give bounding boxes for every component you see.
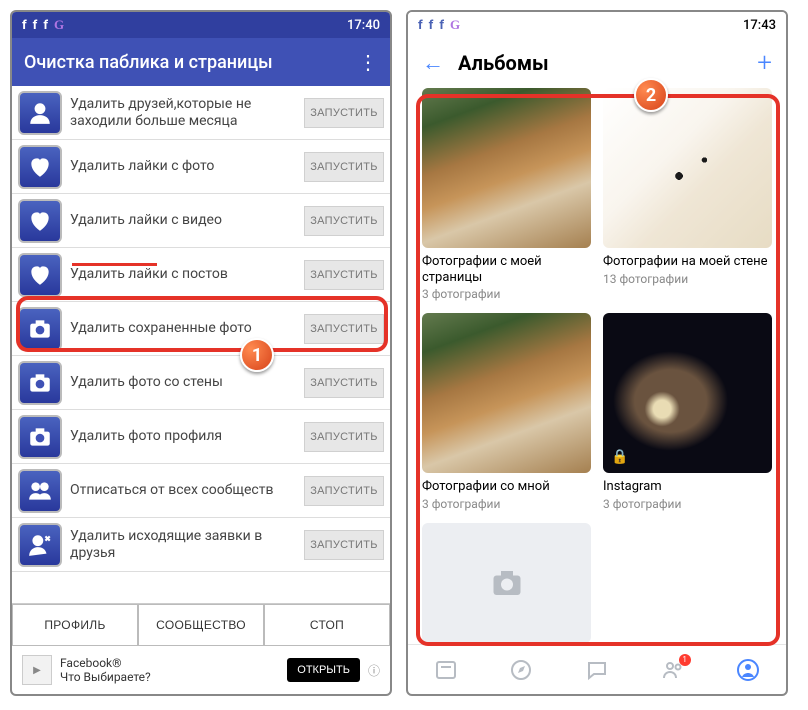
page-title: Альбомы xyxy=(458,51,549,75)
google-icon: G xyxy=(54,17,64,33)
person-x-icon xyxy=(18,523,62,567)
tab-stop[interactable]: СТОП xyxy=(264,604,390,646)
task-label: Удалить сохраненные фото xyxy=(70,320,304,337)
left-screen: f f f G 17:40 Очистка паблика и страницы… xyxy=(10,10,392,696)
album-count: 3 фотографии xyxy=(603,497,772,511)
nav-friends-icon[interactable]: 1 xyxy=(661,658,685,682)
task-label: Удалить фото со стены xyxy=(70,374,304,391)
lock-icon: 🔒 xyxy=(611,449,628,465)
status-time: 17:43 xyxy=(743,18,776,33)
run-button[interactable]: ЗАПУСТИТЬ xyxy=(304,98,384,128)
annotation-badge-2: 2 xyxy=(634,78,668,112)
tab-profile[interactable]: ПРОФИЛЬ xyxy=(12,604,138,646)
ad-banner[interactable]: ▶ Facebook® Что Выбираете? ОТКРЫТЬ ⓘ xyxy=(12,646,390,694)
bottom-nav: 1 xyxy=(408,644,786,694)
albums-header: ← Альбомы + xyxy=(408,38,786,88)
tab-community[interactable]: СООБЩЕСТВО xyxy=(138,604,264,646)
run-button[interactable]: ЗАПУСТИТЬ xyxy=(304,368,384,398)
task-row: Удалить фото со стеныЗАПУСТИТЬ xyxy=(12,356,390,410)
heart-icon xyxy=(18,253,62,297)
run-button[interactable]: ЗАПУСТИТЬ xyxy=(304,314,384,344)
task-row: Удалить исходящие заявки в друзьяЗАПУСТИ… xyxy=(12,518,390,572)
status-bar: f f f G 17:40 xyxy=(12,12,390,38)
task-row: Отписаться от всех сообществЗАПУСТИТЬ xyxy=(12,464,390,518)
upload-album[interactable] xyxy=(422,523,591,643)
task-label: Отписаться от всех сообществ xyxy=(70,482,304,499)
nav-news-icon[interactable] xyxy=(434,658,458,682)
nav-badge: 1 xyxy=(679,654,691,666)
back-icon[interactable]: ← xyxy=(422,50,444,76)
task-label: Удалить исходящие заявки в друзья xyxy=(70,528,304,562)
album-thumb xyxy=(603,88,772,248)
facebook-icon: f xyxy=(439,18,444,33)
album-card[interactable]: Фотографии с моей страницы 3 фотографии xyxy=(422,88,591,301)
camera-icon xyxy=(18,307,62,351)
nav-explore-icon[interactable] xyxy=(509,658,533,682)
facebook-icon: f xyxy=(33,18,38,33)
ad-open-button[interactable]: ОТКРЫТЬ xyxy=(287,658,360,682)
person-icon xyxy=(18,91,62,135)
google-icon: G xyxy=(450,17,460,33)
bottom-tabs: ПРОФИЛЬ СООБЩЕСТВО СТОП xyxy=(12,603,390,646)
ad-brand: Facebook® xyxy=(60,656,279,670)
facebook-icon: f xyxy=(418,18,423,33)
run-button[interactable]: ЗАПУСТИТЬ xyxy=(304,260,384,290)
group-icon xyxy=(18,469,62,513)
task-label: Удалить фото профиля xyxy=(70,428,304,445)
annotation-badge-1: 1 xyxy=(240,338,274,372)
task-label: Удалить друзей,которые не заходили больш… xyxy=(70,96,304,130)
task-row: Удалить фото профиляЗАПУСТИТЬ xyxy=(12,410,390,464)
page-title: Очистка паблика и страницы xyxy=(24,52,273,73)
run-button[interactable]: ЗАПУСТИТЬ xyxy=(304,530,384,560)
album-title: Instagram xyxy=(603,479,772,495)
menu-icon[interactable]: ⋮ xyxy=(358,50,378,74)
album-count: 13 фотографии xyxy=(603,272,772,286)
task-row: Удалить лайки с видеоЗАПУСТИТЬ xyxy=(12,194,390,248)
heart-icon xyxy=(18,145,62,189)
album-thumb xyxy=(422,313,591,473)
album-thumb xyxy=(422,88,591,248)
ad-thumb: ▶ xyxy=(22,655,52,685)
status-time: 17:40 xyxy=(347,18,380,33)
album-grid: Фотографии с моей страницы3 фотографииФо… xyxy=(408,88,786,644)
heart-icon xyxy=(18,199,62,243)
ad-info-icon[interactable]: ⓘ xyxy=(368,662,380,679)
album-title: Фотографии со мной xyxy=(422,479,591,495)
task-row: Удалить сохраненные фотоЗАПУСТИТЬ xyxy=(12,302,390,356)
right-screen: f f f G 17:43 ← Альбомы + Фотографии с м… xyxy=(406,10,788,696)
album-title: Фотографии с моей страницы xyxy=(422,254,591,285)
add-album-icon[interactable]: + xyxy=(757,48,772,78)
task-label: Удалить лайки с постов xyxy=(70,266,304,283)
nav-profile-icon[interactable] xyxy=(736,658,760,682)
run-button[interactable]: ЗАПУСТИТЬ xyxy=(304,422,384,452)
run-button[interactable]: ЗАПУСТИТЬ xyxy=(304,476,384,506)
facebook-icon: f xyxy=(43,18,48,33)
task-label: Удалить лайки с фото xyxy=(70,158,304,175)
album-thumb: 🔒 xyxy=(603,313,772,473)
album-title: Фотографии на моей стене xyxy=(603,254,772,270)
album-card[interactable]: 🔒 Instagram 3 фотографии xyxy=(603,313,772,511)
app-bar: Очистка паблика и страницы ⋮ xyxy=(12,38,390,86)
album-card[interactable]: Фотографии со мной 3 фотографии xyxy=(422,313,591,511)
ad-line: Что Выбираете? xyxy=(60,670,279,684)
task-label: Удалить лайки с видео xyxy=(70,212,304,229)
task-row: Удалить лайки с фотоЗАПУСТИТЬ xyxy=(12,140,390,194)
album-card[interactable]: Фотографии на моей стене 13 фотографии xyxy=(603,88,772,301)
task-list: Удалить друзей,которые не заходили больш… xyxy=(12,86,390,599)
album-count: 3 фотографии xyxy=(422,287,591,301)
task-row: Удалить лайки с постовЗАПУСТИТЬ xyxy=(12,248,390,302)
progress-indicator xyxy=(72,263,157,266)
task-row: Удалить друзей,которые не заходили больш… xyxy=(12,86,390,140)
run-button[interactable]: ЗАПУСТИТЬ xyxy=(304,206,384,236)
run-button[interactable]: ЗАПУСТИТЬ xyxy=(304,152,384,182)
camera-icon xyxy=(18,415,62,459)
camera-icon xyxy=(18,361,62,405)
album-count: 3 фотографии xyxy=(422,497,591,511)
facebook-icon: f xyxy=(429,18,434,33)
upload-box[interactable] xyxy=(422,523,591,643)
facebook-icon: f xyxy=(22,18,27,33)
status-bar: f f f G 17:43 xyxy=(408,12,786,38)
nav-messages-icon[interactable] xyxy=(585,658,609,682)
